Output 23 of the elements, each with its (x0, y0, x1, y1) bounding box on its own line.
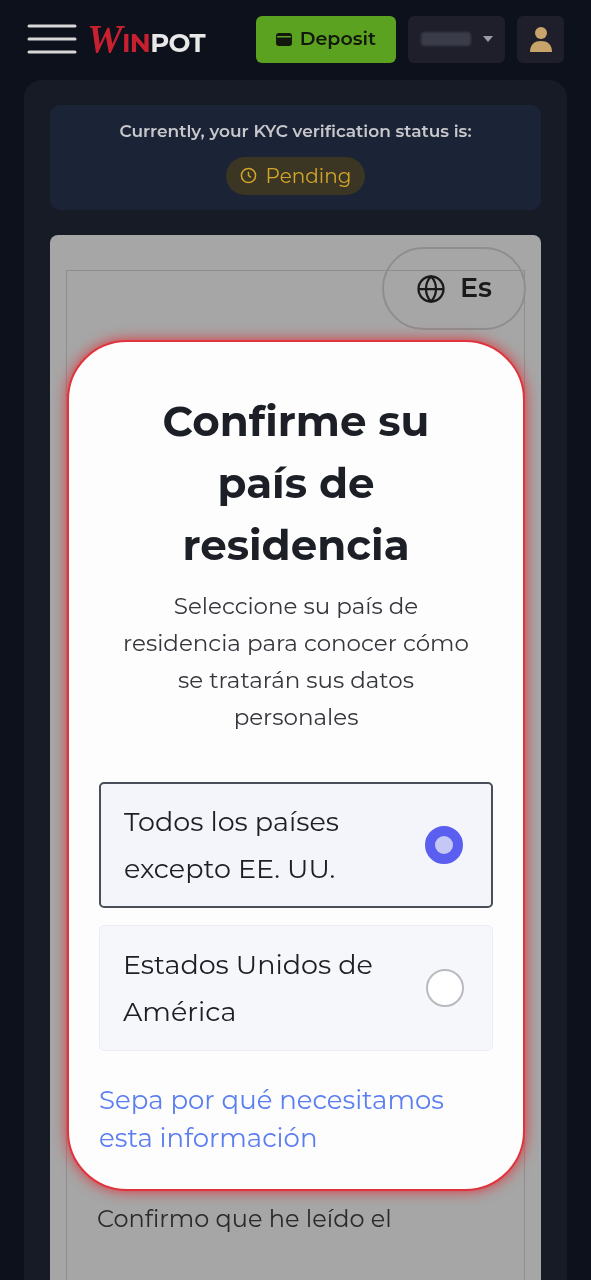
info-link[interactable]: Sepa por qué necesitamos esta información (99, 1081, 469, 1157)
clock-icon (239, 167, 257, 184)
radio-button[interactable] (425, 826, 463, 864)
user-icon (528, 26, 553, 52)
menu-icon[interactable] (27, 23, 77, 55)
logo[interactable]: WINPOT (87, 9, 205, 69)
blurred-balance (421, 32, 471, 46)
kyc-message: Currently, your KYC verification status is: (119, 120, 472, 143)
dialog-title: Confirme su país de residencia (161, 394, 431, 573)
country-option[interactable]: Estados Unidos de América (99, 925, 493, 1051)
language-button[interactable]: Es (382, 247, 526, 330)
option-label: Todos los países excepto EE. UU. (124, 804, 340, 887)
option-label: Estados Unidos de América (123, 947, 374, 1030)
globe-icon (416, 273, 447, 304)
radio-button[interactable] (426, 969, 464, 1007)
country-option[interactable]: Todos los países excepto EE. UU. (99, 782, 493, 908)
wallet-icon (275, 32, 292, 46)
caret-icon (483, 36, 493, 42)
status-badge: Pending (225, 156, 366, 195)
dialog-subtitle: Seleccione su país de residencia para conocer cómo se tratarán sus datos personales (122, 591, 470, 733)
deposit-button[interactable]: Deposit (255, 15, 396, 63)
confirmation-text: Confirmo que he leído el (97, 1204, 392, 1233)
profile-button[interactable] (517, 15, 564, 63)
